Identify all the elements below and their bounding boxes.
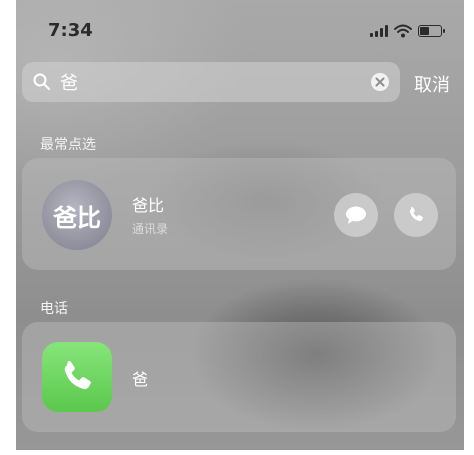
- clear-icon[interactable]: [370, 72, 390, 92]
- search-icon: [33, 73, 50, 90]
- section-label-top-hits: 最常点选: [40, 137, 96, 153]
- contact-result-card[interactable]: 爸比 爸比 通讯录: [22, 158, 456, 270]
- cancel-button[interactable]: 取消: [414, 71, 450, 97]
- phone-icon: [64, 360, 91, 390]
- contact-name: 爸比: [132, 196, 165, 215]
- search-input[interactable]: 爸: [60, 69, 370, 95]
- status-icons: [370, 24, 445, 38]
- avatar: 爸比: [42, 180, 112, 250]
- phone-result-name: 爸: [132, 370, 149, 389]
- phone-result-card[interactable]: 爸: [22, 322, 456, 432]
- spotlight-screen: 7:34 爸 取消 最常点选 爸比 爸比 通讯录 电话 爸: [16, 0, 464, 450]
- phone-app-icon[interactable]: [42, 342, 112, 412]
- battery-icon: [418, 25, 445, 37]
- search-bar[interactable]: 爸: [22, 62, 400, 102]
- contact-source: 通讯录: [132, 222, 169, 236]
- message-icon: [346, 206, 366, 224]
- phone-icon: [409, 206, 423, 222]
- call-button[interactable]: [394, 193, 438, 237]
- message-button[interactable]: [334, 193, 378, 237]
- section-label-phone: 电话: [40, 301, 68, 317]
- signal-icon: [370, 25, 388, 37]
- status-time: 7:34: [48, 20, 93, 41]
- wifi-icon: [394, 24, 412, 38]
